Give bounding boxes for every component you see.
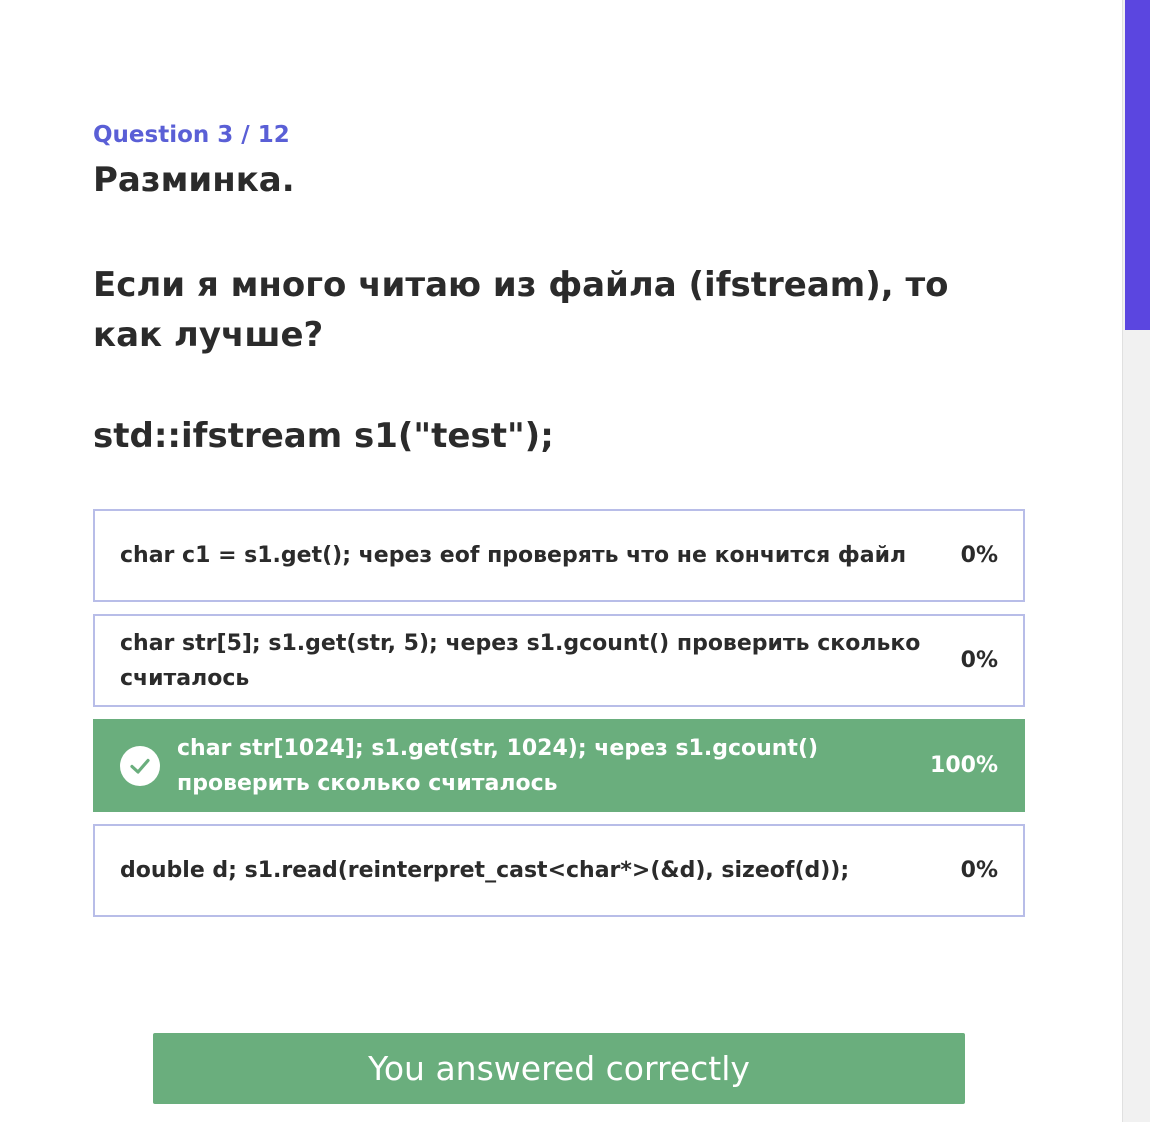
answer-option-text: double d; s1.read(reinterpret_cast<char*…: [120, 858, 850, 883]
answer-option-text: char str[5]; s1.get(str, 5); через s1.gc…: [120, 630, 921, 691]
answer-option-percent: 0%: [960, 858, 998, 883]
quiz-title: Разминка.: [93, 160, 295, 200]
question-progress: Question 3 / 12: [93, 122, 290, 148]
checkmark-icon: [120, 745, 160, 786]
vertical-scrollbar[interactable]: [1122, 0, 1150, 1122]
answer-result-banner: You answered correctly: [153, 1033, 965, 1104]
answer-option-percent: 0%: [960, 543, 998, 568]
quiz-page: Question 3 / 12 Разминка. Если я много ч…: [0, 0, 1150, 1122]
answer-option-percent: 100%: [930, 753, 998, 778]
answer-option-percent: 0%: [960, 648, 998, 673]
answer-option-text: char str[1024]; s1.get(str, 1024); через…: [177, 735, 819, 796]
answer-option[interactable]: char c1 = s1.get(); через eof проверять …: [93, 509, 1025, 602]
answer-option-text: char c1 = s1.get(); через eof проверять …: [120, 543, 907, 568]
answer-option-correct[interactable]: char str[1024]; s1.get(str, 1024); через…: [93, 719, 1025, 812]
answer-options: char c1 = s1.get(); через eof проверять …: [93, 509, 1025, 929]
scrollbar-thumb[interactable]: [1125, 0, 1150, 330]
question-code: std::ifstream s1("test");: [93, 416, 554, 456]
question-text: Если я много читаю из файла (ifstream), …: [93, 265, 949, 355]
answer-option[interactable]: char str[5]; s1.get(str, 5); через s1.gc…: [93, 614, 1025, 707]
answer-option[interactable]: double d; s1.read(reinterpret_cast<char*…: [93, 824, 1025, 917]
